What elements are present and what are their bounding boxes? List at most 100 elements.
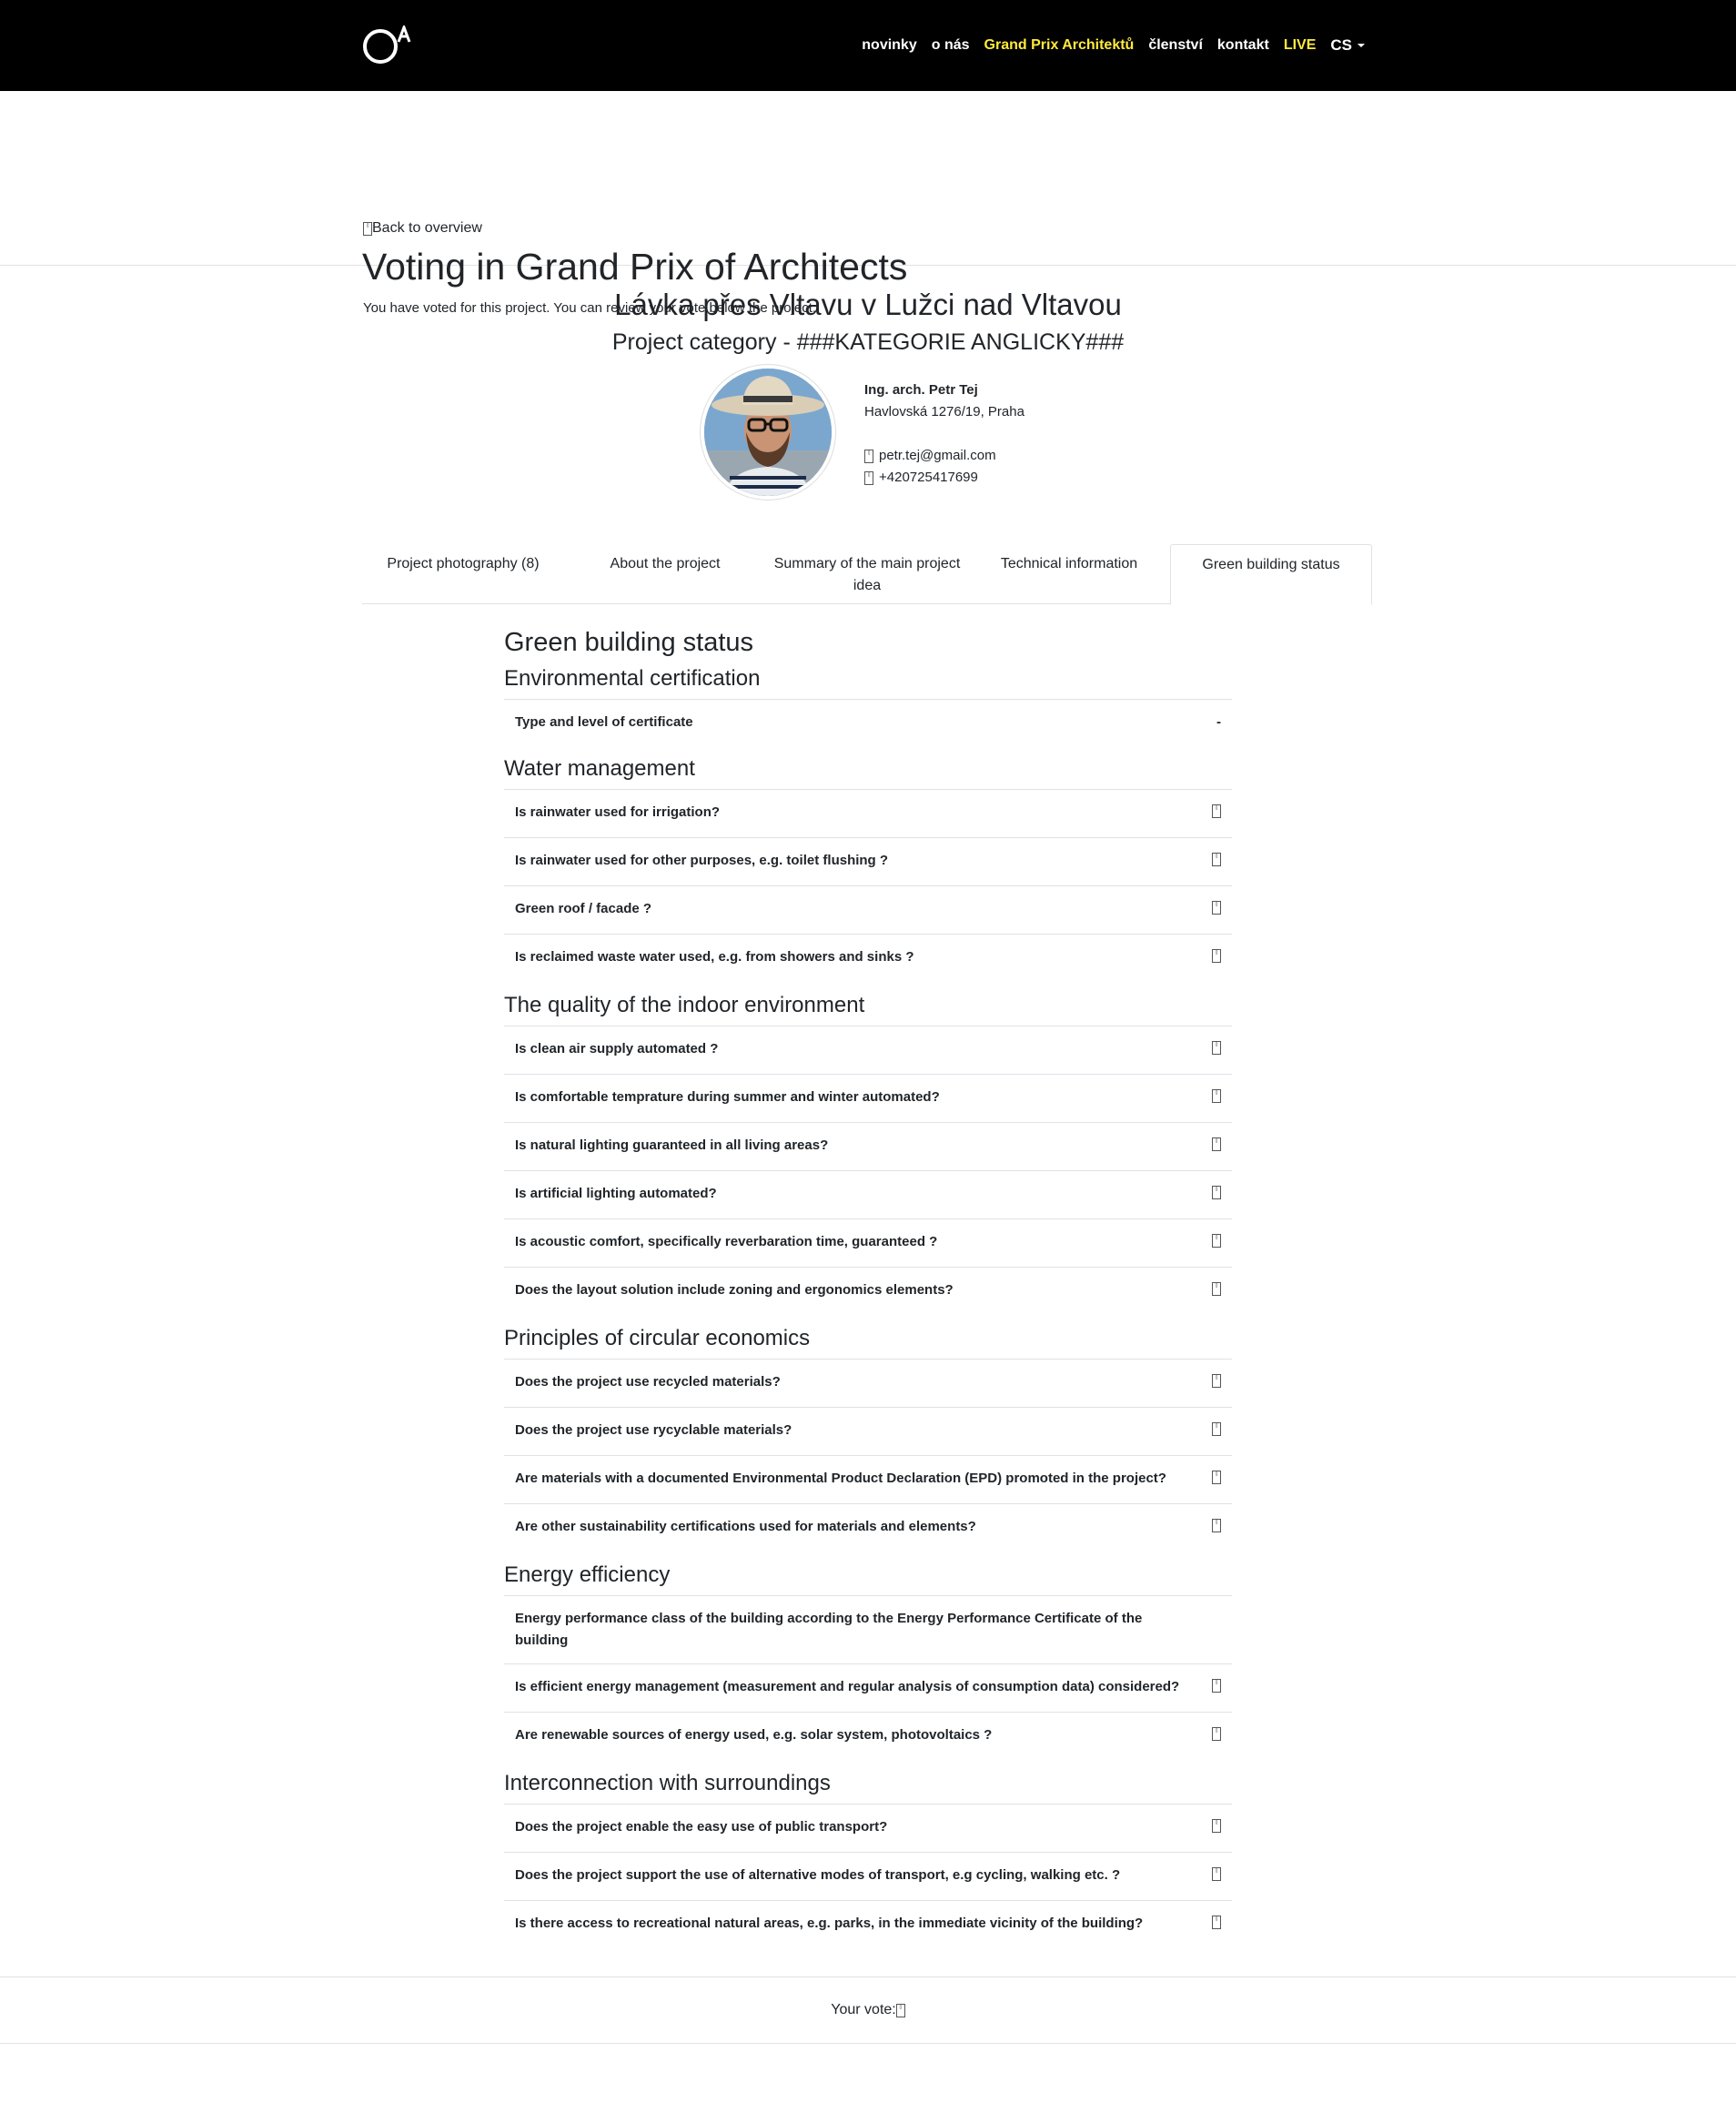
- criteria-question: Does the project enable the easy use of …: [515, 1819, 888, 1835]
- criteria-row: Is comfortable temprature during summer …: [504, 1074, 1232, 1122]
- author-avatar: [701, 365, 835, 500]
- author-email[interactable]: petr.tej@gmail.com: [879, 445, 996, 467]
- criteria-question: Are materials with a documented Environm…: [515, 1471, 1166, 1486]
- criteria-answer: ▯: [1212, 1371, 1221, 1395]
- criteria-row: Is rainwater used for other purposes, e.…: [504, 837, 1232, 885]
- section-title: Interconnection with surroundings: [504, 1771, 831, 1795]
- criteria-answer: ▯: [1212, 1724, 1221, 1748]
- answer-icon: ▯: [1212, 1519, 1221, 1532]
- answer-icon: ▯: [1212, 804, 1221, 818]
- green-building-sections: Environmental certification Type and leve…: [504, 662, 1232, 1948]
- author-phone-row[interactable]: ▯ +420725417699: [864, 467, 1024, 489]
- criteria-row: Is rainwater used for irrigation? ▯: [504, 789, 1232, 837]
- criteria-answer: ▯: [1212, 1468, 1221, 1491]
- criteria-question: Is there access to recreational natural …: [515, 1916, 1144, 1931]
- tab-1[interactable]: About the project: [564, 544, 766, 603]
- criteria-answer: ▯: [1212, 1279, 1221, 1303]
- page-title: Voting in Grand Prix of Architects: [362, 246, 908, 288]
- criteria-answer: ▯: [1212, 802, 1221, 825]
- answer-icon: ▯: [1212, 1867, 1221, 1881]
- green-building-panel: Green building status Environmental cert…: [504, 622, 1232, 1956]
- tab-4[interactable]: Green building status: [1170, 544, 1372, 605]
- project-category: Project category - ###KATEGORIE ANGLICKY…: [611, 329, 1125, 355]
- envelope-icon: ▯: [864, 449, 873, 463]
- tab-3[interactable]: Technical information: [968, 544, 1170, 603]
- language-dropdown[interactable]: CS: [1330, 36, 1365, 55]
- criteria-question: Is rainwater used for irrigation?: [515, 804, 721, 820]
- your-vote-label: Your vote:: [831, 2002, 896, 2017]
- criteria-answer: ▯: [1212, 1865, 1221, 1888]
- green-section: Interconnection with surroundings Does th…: [504, 1767, 1232, 1948]
- answer-icon: ▯: [1212, 1186, 1221, 1199]
- criteria-row: Is there access to recreational natural …: [504, 1900, 1232, 1948]
- section-title: Water management: [504, 756, 695, 781]
- criteria-row: Is natural lighting guaranteed in all li…: [504, 1122, 1232, 1170]
- answer-icon: ▯: [1212, 1916, 1221, 1929]
- criteria-answer: ▯: [1212, 1816, 1221, 1840]
- criteria-row: Does the project enable the easy use of …: [504, 1804, 1232, 1852]
- author-name: Ing. arch. Petr Tej: [864, 382, 978, 398]
- nav-item-0[interactable]: novinky: [862, 37, 916, 54]
- author-phone[interactable]: +420725417699: [879, 467, 978, 489]
- answer-icon: ▯: [1212, 1089, 1221, 1103]
- answer-icon: ▯: [1212, 1727, 1221, 1741]
- nav-item-1[interactable]: o nás: [932, 37, 970, 54]
- criteria-question: Green roof / facade ?: [515, 901, 652, 916]
- author-email-row[interactable]: ▯ petr.tej@gmail.com: [864, 445, 1024, 467]
- criteria-answer: ▯: [1212, 1676, 1221, 1700]
- criteria-question: Are renewable sources of energy used, e.…: [515, 1727, 993, 1743]
- criteria-row: Is acoustic comfort, specifically reverb…: [504, 1218, 1232, 1267]
- green-section: Energy efficiency Energy performance clas…: [504, 1559, 1232, 1760]
- criteria-row: Is reclaimed waste water used, e.g. from…: [504, 934, 1232, 982]
- criteria-question: Are other sustainability certifications …: [515, 1519, 976, 1534]
- section-title: Principles of circular economics: [504, 1326, 811, 1350]
- criteria-question: Is clean air supply automated ?: [515, 1041, 719, 1056]
- criteria-question: Is efficient energy management (measurem…: [515, 1679, 1180, 1694]
- author-photo: [704, 369, 832, 496]
- answer-icon: ▯: [1212, 1422, 1221, 1436]
- criteria-row: Does the project use rycyclable material…: [504, 1407, 1232, 1455]
- nav-item-3[interactable]: členství: [1148, 37, 1203, 54]
- answer-icon: ▯: [1212, 949, 1221, 963]
- section-title: Environmental certification: [504, 666, 761, 691]
- criteria-question: Does the project support the use of alte…: [515, 1867, 1121, 1883]
- criteria-row: Does the layout solution include zoning …: [504, 1267, 1232, 1315]
- logo-icon[interactable]: [362, 25, 420, 66]
- tab-2[interactable]: Summary of the main project idea: [766, 544, 968, 603]
- green-section: The quality of the indoor environment Is …: [504, 989, 1232, 1315]
- criteria-answer: ▯: [1212, 946, 1221, 970]
- nav-item-4[interactable]: kontakt: [1217, 37, 1269, 54]
- criteria-row: Is clean air supply automated ? ▯: [504, 1026, 1232, 1074]
- main-menu: novinky o nás Grand Prix Architektů členstv…: [847, 33, 1365, 58]
- answer-icon: ▯: [1212, 901, 1221, 915]
- answer-icon: ▯: [1212, 1471, 1221, 1484]
- criteria-answer: ▯: [1212, 1183, 1221, 1207]
- tab-0[interactable]: Project photography (8): [362, 544, 564, 603]
- criteria-answer: ▯: [1212, 1913, 1221, 1936]
- project-title: Lávka přes Vltavu v Lužci nad Vltavou: [614, 288, 1122, 321]
- answer-icon: ▯: [1212, 1819, 1221, 1833]
- criteria-question: Does the project use recycled materials?: [515, 1374, 781, 1390]
- answer-icon: ▯: [1212, 853, 1221, 866]
- vote-value-icon: ▯: [895, 2003, 905, 2017]
- your-vote-bar: Your vote: ▯: [0, 1976, 1736, 2044]
- criteria-row: Are renewable sources of energy used, e.…: [504, 1712, 1232, 1760]
- nav-item-5[interactable]: LIVE: [1284, 37, 1317, 54]
- section-title: The quality of the indoor environment: [504, 993, 865, 1017]
- project-tabs: Project photography (8) About the project…: [362, 544, 1372, 605]
- nav-item-2[interactable]: Grand Prix Architektů: [984, 37, 1135, 54]
- answer-icon: ▯: [1212, 1137, 1221, 1151]
- criteria-row: Does the project use recycled materials?…: [504, 1359, 1232, 1407]
- criteria-question: Is natural lighting guaranteed in all li…: [515, 1137, 829, 1153]
- criteria-row: Is artificial lighting automated? ▯: [504, 1170, 1232, 1218]
- criteria-question: Does the project use rycyclable material…: [515, 1422, 792, 1438]
- green-section: Principles of circular economics Does the…: [504, 1322, 1232, 1552]
- criteria-row: Energy performance class of the building…: [504, 1595, 1232, 1663]
- back-to-overview-label: Back to overview: [372, 220, 482, 236]
- answer-icon: ▯: [1212, 1041, 1221, 1055]
- back-to-overview-link[interactable]: ▯ Back to overview: [363, 220, 482, 237]
- criteria-question: Is reclaimed waste water used, e.g. from…: [515, 949, 914, 965]
- top-navbar: novinky o nás Grand Prix Architektů členstv…: [0, 0, 1736, 91]
- green-building-heading: Green building status: [504, 628, 754, 657]
- back-arrow-icon: ▯: [363, 221, 372, 236]
